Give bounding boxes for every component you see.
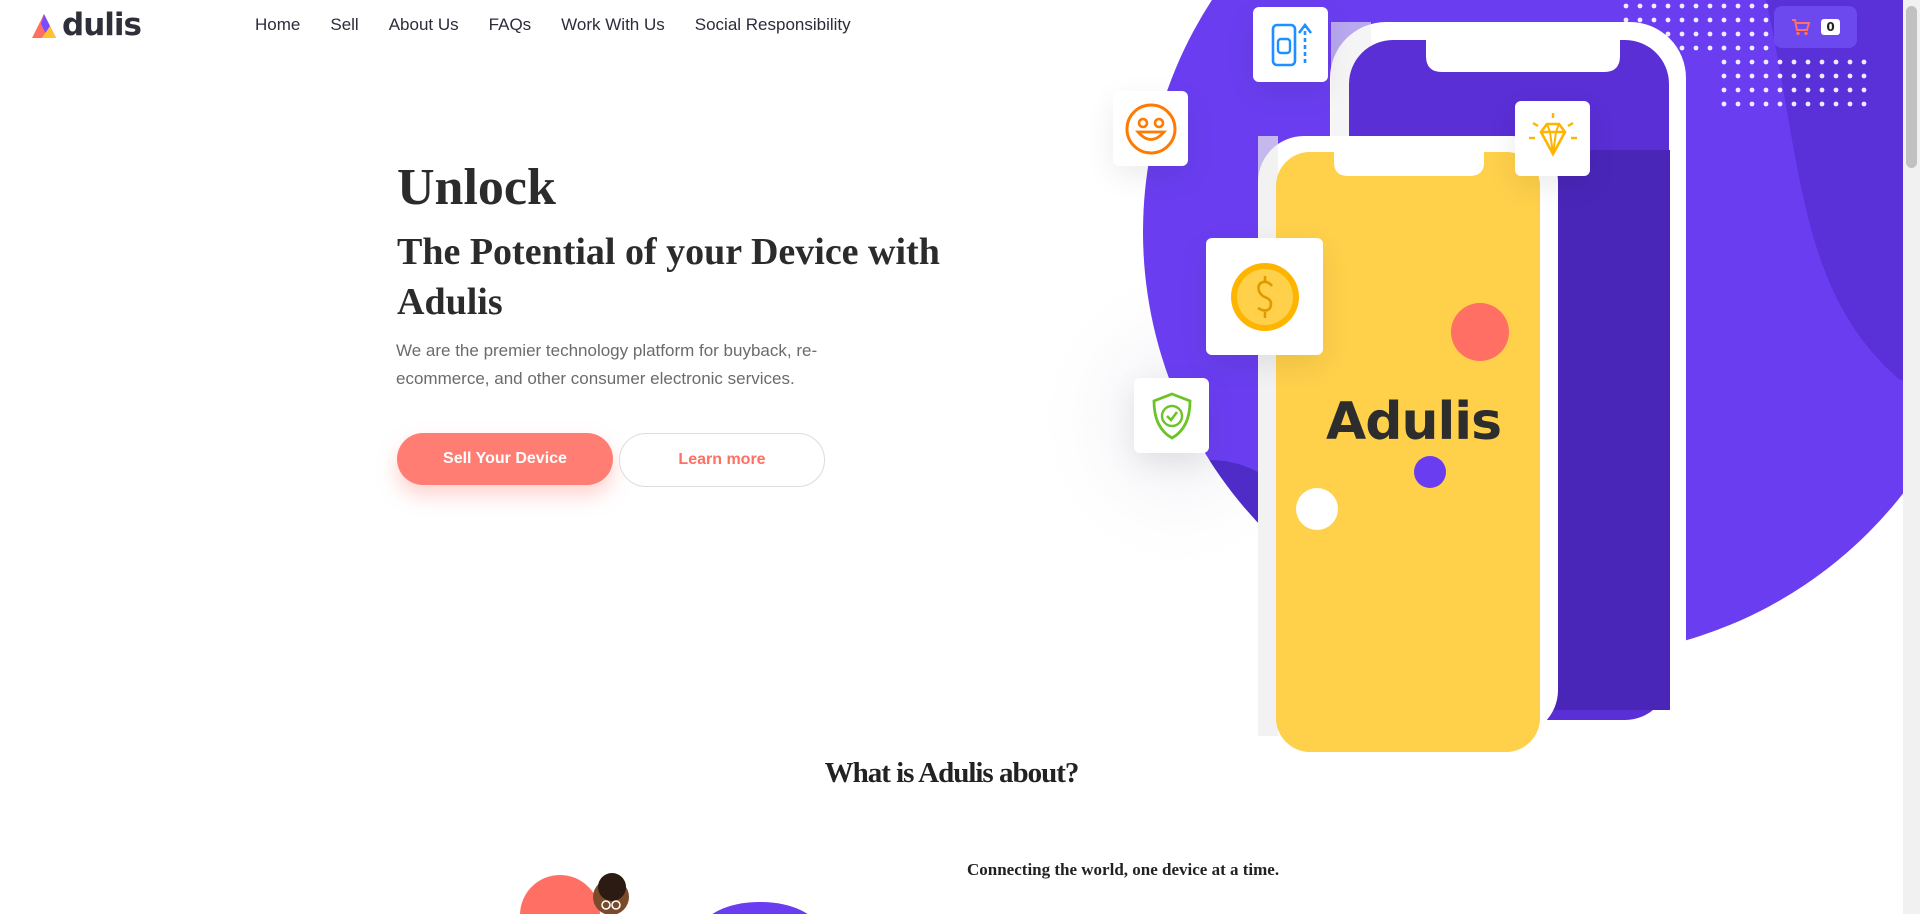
phone-upload-card xyxy=(1253,7,1328,82)
shield-check-icon xyxy=(1152,391,1191,440)
diamond-icon xyxy=(1528,112,1577,157)
main-nav: Home Sell About Us FAQs Work With Us Soc… xyxy=(255,15,881,35)
nav-home[interactable]: Home xyxy=(255,15,300,35)
brand-logo[interactable]: dulis xyxy=(30,7,142,43)
smiley-icon xyxy=(1125,103,1176,154)
dollar-coin-card xyxy=(1206,238,1323,355)
nav-work-with-us[interactable]: Work With Us xyxy=(561,15,665,35)
nav-about-us[interactable]: About Us xyxy=(389,15,459,35)
phone-brand-text: Adulis xyxy=(1326,392,1502,452)
cart-count: 0 xyxy=(1821,19,1840,35)
dollar-coin-icon xyxy=(1230,262,1299,331)
cart-icon xyxy=(1792,19,1811,36)
about-section-title: What is Adulis about? xyxy=(824,757,1080,789)
about-illustration xyxy=(520,873,808,914)
nav-social-responsibility[interactable]: Social Responsibility xyxy=(695,15,851,35)
scrollbar-thumb[interactable] xyxy=(1906,6,1917,168)
logo-text: dulis xyxy=(62,7,142,43)
diamond-card xyxy=(1515,101,1590,176)
nav-faqs[interactable]: FAQs xyxy=(489,15,532,35)
shield-card xyxy=(1134,378,1209,453)
nav-sell[interactable]: Sell xyxy=(330,15,358,35)
hero-subtitle: The Potential of your Device with Adulis xyxy=(397,231,940,323)
phone-upload-icon xyxy=(1271,22,1312,66)
sell-your-device-button[interactable]: Sell Your Device xyxy=(397,433,613,485)
hero-title: Unlock xyxy=(397,159,556,216)
logo-mark-icon xyxy=(32,14,56,38)
hero-lead: We are the premier technology platform f… xyxy=(396,341,818,388)
about-tagline: Connecting the world, one device at a ti… xyxy=(967,860,1280,879)
cart-button[interactable]: 0 xyxy=(1774,6,1857,48)
learn-more-button[interactable]: Learn more xyxy=(619,433,825,487)
smiley-card xyxy=(1113,91,1188,166)
